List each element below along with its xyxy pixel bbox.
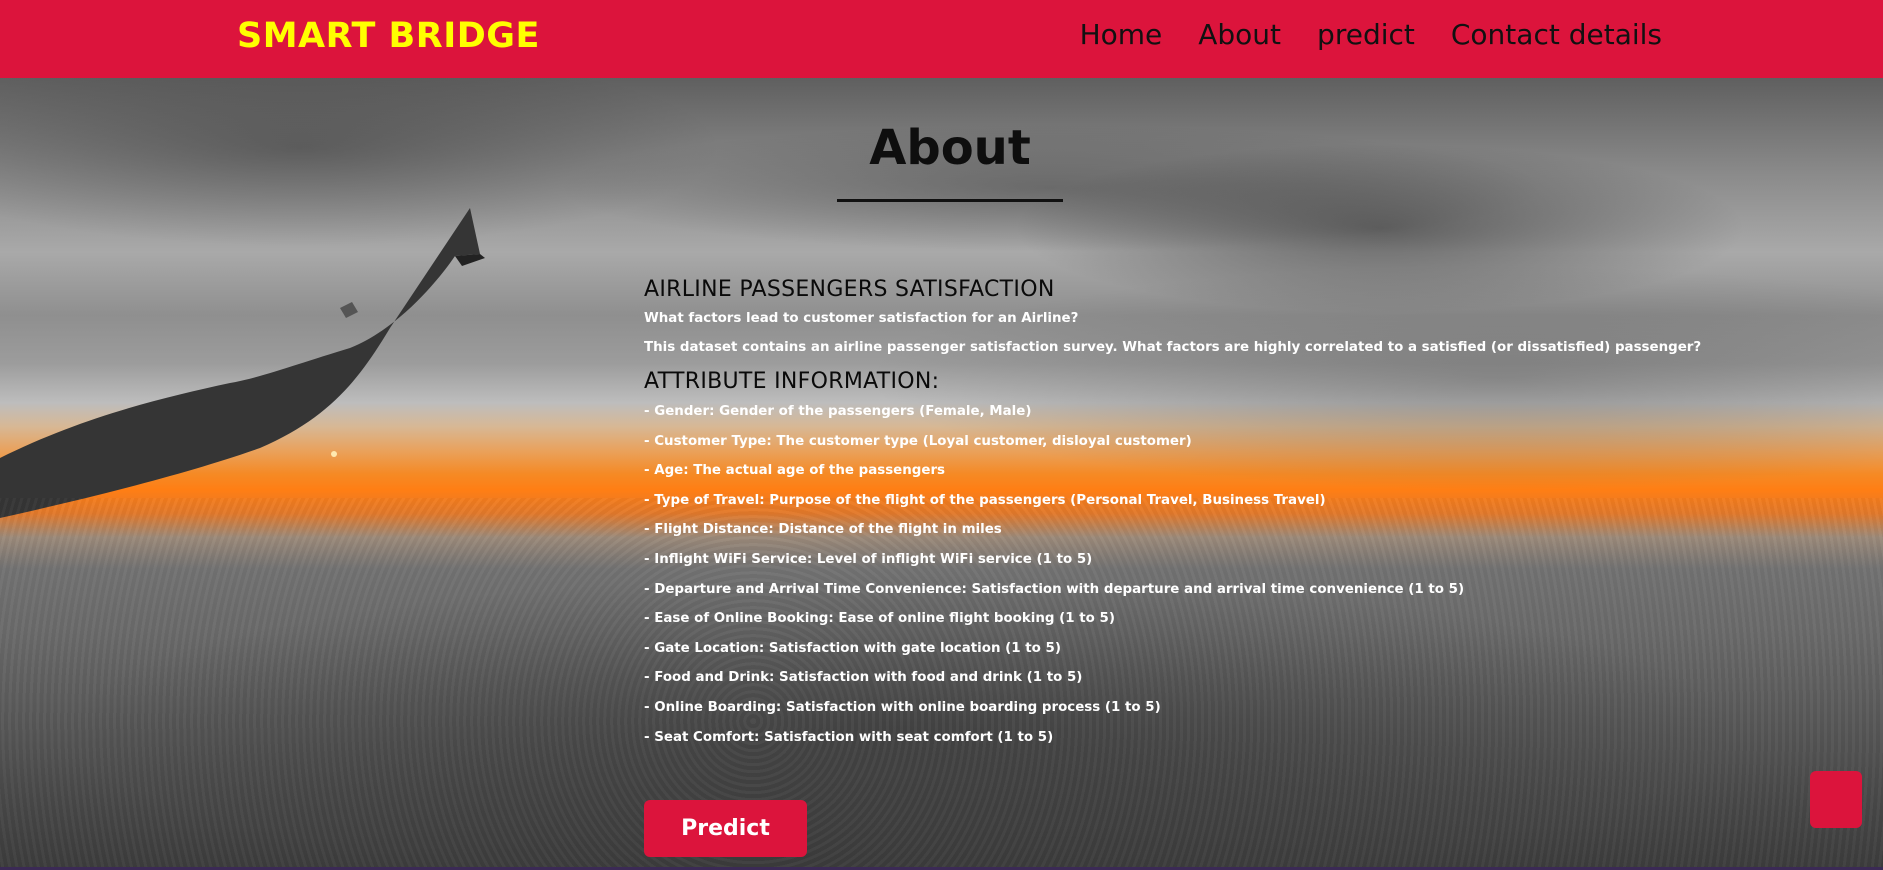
attribute-item: - Age: The actual age of the passengers: [644, 463, 946, 479]
attribute-item: - Gender: Gender of the passengers (Fema…: [644, 404, 1032, 419]
attribute-item: - Ease of Online Booking: Ease of online…: [644, 611, 1115, 627]
dataset-heading: AIRLINE PASSENGERS SATISFACTION: [644, 277, 1055, 302]
attribute-item: - Flight Distance: Distance of the fligh…: [644, 522, 1002, 538]
nav-link-predict[interactable]: predict: [1317, 18, 1415, 51]
attribute-item: - Type of Travel: Purpose of the flight …: [644, 492, 1326, 508]
attributes-list: - Gender: Gender of the passengers (Fema…: [644, 403, 1844, 758]
predict-button[interactable]: Predict: [644, 800, 807, 857]
nav-link-about[interactable]: About: [1198, 18, 1281, 51]
about-section: About AIRLINE PASSENGERS SATISFACTION Wh…: [0, 78, 1883, 870]
section-title: About: [869, 120, 1031, 176]
about-text-block: AIRLINE PASSENGERS SATISFACTION What fac…: [644, 277, 1844, 758]
title-underline: [837, 199, 1063, 202]
attribute-item: - Customer Type: The customer type (Loya…: [644, 433, 1192, 449]
main-nav: Home About predict Contact details: [1080, 18, 1662, 51]
attributes-heading: ATTRIBUTE INFORMATION:: [644, 369, 940, 394]
brand-logo-text[interactable]: SMART BRIDGE: [237, 16, 540, 56]
attribute-item: - Online Boarding: Satisfaction with onl…: [644, 699, 1161, 715]
nav-link-home[interactable]: Home: [1080, 18, 1163, 51]
dataset-question: What factors lead to customer satisfacti…: [644, 311, 1079, 326]
attribute-item: - Inflight WiFi Service: Level of inflig…: [644, 551, 1093, 567]
attribute-item: - Food and Drink: Satisfaction with food…: [644, 670, 1083, 686]
back-to-top-button[interactable]: [1810, 771, 1862, 828]
nav-link-contact-details[interactable]: Contact details: [1451, 18, 1662, 51]
dataset-description: This dataset contains an airline passeng…: [644, 340, 1702, 355]
attribute-item: - Seat Comfort: Satisfaction with seat c…: [644, 729, 1054, 745]
attribute-item: - Departure and Arrival Time Convenience…: [644, 581, 1465, 597]
attribute-item: - Gate Location: Satisfaction with gate …: [644, 640, 1061, 656]
top-navbar: SMART BRIDGE Home About predict Contact …: [0, 0, 1883, 78]
